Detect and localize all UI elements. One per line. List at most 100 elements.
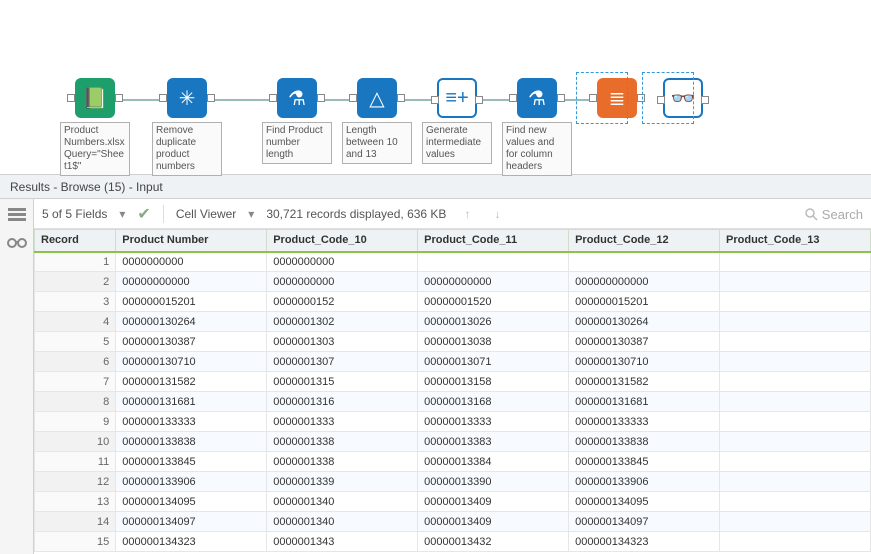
data-cell[interactable]: 00000013038 [418, 332, 569, 352]
results-grid-wrap[interactable]: RecordProduct NumberProduct_Code_10Produ… [34, 229, 871, 554]
data-cell[interactable]: 000000133906 [569, 472, 720, 492]
table-row[interactable]: 100000000000000000000 [35, 252, 871, 272]
table-row[interactable]: 7000000131582000000131500000013158000000… [35, 372, 871, 392]
record-cell[interactable]: 14 [35, 512, 116, 532]
workflow-node[interactable]: △Length between 10 and 13 [342, 78, 412, 164]
port-out-icon[interactable] [397, 94, 405, 102]
data-cell[interactable]: 000000131681 [569, 392, 720, 412]
table-row[interactable]: 1400000013409700000013400000001340900000… [35, 512, 871, 532]
data-cell[interactable] [720, 272, 871, 292]
data-cell[interactable] [720, 312, 871, 332]
data-cell[interactable] [720, 472, 871, 492]
data-cell[interactable] [720, 432, 871, 452]
arrow-down-icon[interactable]: ↓ [488, 205, 506, 223]
data-cell[interactable]: 00000013026 [418, 312, 569, 332]
data-cell[interactable] [720, 372, 871, 392]
data-cell[interactable]: 000000015201 [569, 292, 720, 312]
data-cell[interactable]: 000000130387 [116, 332, 267, 352]
data-cell[interactable] [720, 392, 871, 412]
data-cell[interactable]: 000000134323 [569, 532, 720, 552]
data-cell[interactable]: 0000000152 [267, 292, 418, 312]
data-cell[interactable]: 0000001340 [267, 492, 418, 512]
data-cell[interactable]: 0000001303 [267, 332, 418, 352]
table-row[interactable]: 3000000015201000000015200000001520000000… [35, 292, 871, 312]
data-cell[interactable]: 000000134097 [116, 512, 267, 532]
data-cell[interactable]: 0000001343 [267, 532, 418, 552]
data-cell[interactable]: 000000133845 [116, 452, 267, 472]
port-in-icon[interactable] [509, 94, 517, 102]
data-cell[interactable]: 0000001315 [267, 372, 418, 392]
port-out-icon[interactable] [557, 94, 565, 102]
column-header[interactable]: Product_Code_11 [418, 230, 569, 252]
data-cell[interactable] [418, 252, 569, 272]
arrow-up-icon[interactable]: ↑ [458, 205, 476, 223]
data-cell[interactable]: 000000130264 [569, 312, 720, 332]
data-cell[interactable] [720, 512, 871, 532]
data-cell[interactable]: 0000001338 [267, 432, 418, 452]
data-cell[interactable]: 00000013432 [418, 532, 569, 552]
record-cell[interactable]: 7 [35, 372, 116, 392]
port-in-icon[interactable] [67, 94, 75, 102]
workflow-node[interactable]: ⚗Find new values and for column headers [502, 78, 572, 176]
data-cell[interactable] [720, 492, 871, 512]
search-box[interactable]: Search [796, 199, 871, 229]
data-cell[interactable]: 000000134097 [569, 512, 720, 532]
cell-viewer-dropdown-icon[interactable]: ▾ [248, 207, 254, 221]
record-cell[interactable]: 4 [35, 312, 116, 332]
record-cell[interactable]: 12 [35, 472, 116, 492]
port-out-icon[interactable] [115, 94, 123, 102]
data-cell[interactable]: 000000133906 [116, 472, 267, 492]
data-cell[interactable] [720, 292, 871, 312]
workflow-node[interactable]: 📗Product Numbers.xlsx Query="Sheet1$" [60, 78, 130, 176]
data-cell[interactable] [720, 252, 871, 272]
data-cell[interactable] [720, 352, 871, 372]
workflow-node[interactable]: 👓 [648, 78, 718, 118]
data-cell[interactable] [720, 452, 871, 472]
data-cell[interactable]: 000000133845 [569, 452, 720, 472]
port-in-icon[interactable] [269, 94, 277, 102]
data-cell[interactable] [569, 252, 720, 272]
data-cell[interactable]: 0000001302 [267, 312, 418, 332]
data-cell[interactable]: 000000131582 [569, 372, 720, 392]
port-out-icon[interactable] [475, 96, 483, 104]
data-cell[interactable]: 00000013333 [418, 412, 569, 432]
data-cell[interactable]: 000000134095 [116, 492, 267, 512]
data-cell[interactable]: 00000000000 [116, 272, 267, 292]
data-cell[interactable]: 00000013168 [418, 392, 569, 412]
column-header[interactable]: Product Number [116, 230, 267, 252]
data-cell[interactable] [720, 332, 871, 352]
data-cell[interactable]: 000000133838 [569, 432, 720, 452]
table-row[interactable]: 1500000013432300000013430000001343200000… [35, 532, 871, 552]
data-cell[interactable]: 000000131582 [116, 372, 267, 392]
record-cell[interactable]: 11 [35, 452, 116, 472]
record-cell[interactable]: 1 [35, 252, 116, 272]
data-cell[interactable]: 000000133333 [569, 412, 720, 432]
table-row[interactable]: 1000000013383800000013380000001338300000… [35, 432, 871, 452]
data-cell[interactable]: 0000000000 [267, 252, 418, 272]
fields-summary[interactable]: 5 of 5 Fields [42, 207, 107, 221]
column-header[interactable]: Product_Code_12 [569, 230, 720, 252]
data-cell[interactable]: 000000134323 [116, 532, 267, 552]
table-row[interactable]: 9000000133333000000133300000013333000000… [35, 412, 871, 432]
port-in-icon[interactable] [431, 96, 439, 104]
fields-dropdown-icon[interactable]: ▾ [119, 207, 125, 221]
port-in-icon[interactable] [159, 94, 167, 102]
data-cell[interactable]: 00000013390 [418, 472, 569, 492]
data-cell[interactable]: 0000000000 [267, 272, 418, 292]
data-cell[interactable]: 000000130710 [569, 352, 720, 372]
data-cell[interactable]: 00000013383 [418, 432, 569, 452]
data-cell[interactable]: 000000015201 [116, 292, 267, 312]
record-cell[interactable]: 15 [35, 532, 116, 552]
data-cell[interactable]: 000000131681 [116, 392, 267, 412]
data-cell[interactable]: 000000133333 [116, 412, 267, 432]
port-in-icon[interactable] [349, 94, 357, 102]
table-row[interactable]: 1100000013384500000013380000001338400000… [35, 452, 871, 472]
table-row[interactable]: 6000000130710000000130700000013071000000… [35, 352, 871, 372]
data-cell[interactable]: 0000001316 [267, 392, 418, 412]
data-cell[interactable]: 000000130387 [569, 332, 720, 352]
record-cell[interactable]: 9 [35, 412, 116, 432]
record-cell[interactable]: 5 [35, 332, 116, 352]
data-cell[interactable]: 00000013071 [418, 352, 569, 372]
record-cell[interactable]: 8 [35, 392, 116, 412]
record-cell[interactable]: 6 [35, 352, 116, 372]
